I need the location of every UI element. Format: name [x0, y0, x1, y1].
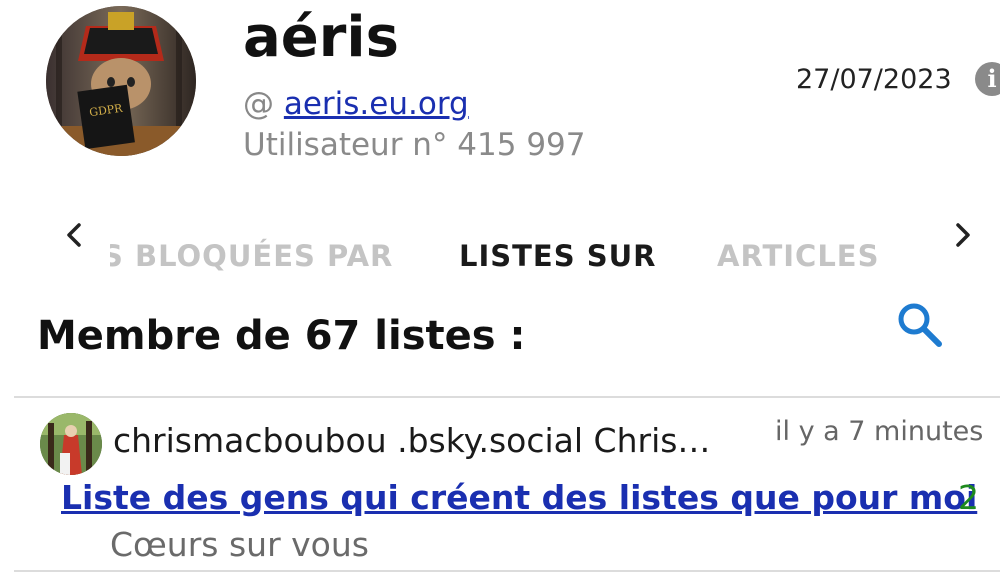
- display-name: aéris: [243, 5, 399, 70]
- list-title-link[interactable]: Liste des gens qui créent des listes que…: [61, 476, 977, 520]
- chevron-left-icon[interactable]: [60, 220, 90, 250]
- section-heading: Membre de 67 listes :: [37, 313, 526, 359]
- tab-articles[interactable]: ARTICLES: [717, 234, 880, 274]
- handle-row: @ aeris.eu.org: [243, 84, 469, 124]
- handle-prefix: @: [243, 86, 274, 122]
- search-icon[interactable]: [893, 298, 945, 350]
- handle-link[interactable]: aeris.eu.org: [284, 86, 469, 122]
- join-date: 27/07/2023: [796, 64, 952, 95]
- list-creator[interactable]: chrismacboubou .bsky.social Chris…: [113, 419, 710, 463]
- divider: [14, 396, 1000, 398]
- list-member-count: 2: [958, 478, 979, 517]
- list-description: Cœurs sur vous: [110, 525, 369, 564]
- tab-lists-on[interactable]: LISTES SUR: [459, 234, 657, 274]
- avatar-image: GDPR: [46, 6, 196, 156]
- creator-avatar[interactable]: [40, 413, 102, 475]
- chevron-right-icon[interactable]: [947, 220, 977, 250]
- tab-bar: S BLOQUÉES PAR LISTES SUR ARTICLES: [110, 234, 900, 274]
- divider: [14, 570, 1000, 572]
- info-icon[interactable]: i: [975, 62, 1000, 96]
- creator-avatar-image: [40, 413, 102, 475]
- tab-blocked-by[interactable]: S BLOQUÉES PAR: [110, 234, 393, 274]
- profile-avatar[interactable]: GDPR: [46, 6, 196, 156]
- list-time: il y a 7 minutes: [775, 416, 984, 447]
- user-number: Utilisateur n° 415 997: [243, 127, 586, 163]
